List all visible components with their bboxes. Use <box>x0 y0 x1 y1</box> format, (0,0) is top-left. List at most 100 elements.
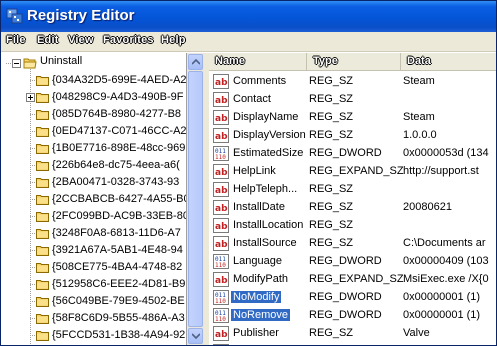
string-value-icon: ab <box>213 326 229 341</box>
value-row[interactable]: ab DisplayVersion REG_SZ 1.0.0.0 <box>209 127 496 144</box>
tree-key-item[interactable]: {3921A67A-5AB1-4E48-94 <box>2 242 186 259</box>
value-type: REG_DWORD <box>309 255 382 267</box>
collapse-toggle-icon[interactable] <box>12 59 21 68</box>
tree-key-item[interactable]: {56C049BE-79E9-4502-BE <box>2 293 186 310</box>
svg-text:ab: ab <box>215 132 228 142</box>
value-row[interactable]: 011 110 Language REG_DWORD 0x00000409 (103 <box>209 253 496 270</box>
value-type: REG_EXPAND_SZ <box>309 273 404 285</box>
tree-root-label[interactable]: Uninstall <box>40 55 82 72</box>
value-type: REG_SZ <box>309 327 354 339</box>
tree-key-label: {2CCBABCB-6427-4A55-B0 <box>52 193 187 205</box>
window-title: Registry Editor <box>27 7 135 24</box>
column-header-data[interactable]: Data <box>401 53 496 70</box>
tree-key-label: {0ED47137-C071-46CC-A2 <box>52 125 187 137</box>
registry-editor-app-icon <box>6 8 23 24</box>
value-row[interactable]: abREG_SZ <box>209 343 496 345</box>
svg-text:ab: ab <box>215 168 228 178</box>
value-row[interactable]: ab ModifyPath REG_EXPAND_SZ MsiExec.exe /X{… <box>209 271 496 288</box>
tree-key-item[interactable]: {58F8C6D9-5B55-486A-A3 <box>2 310 186 327</box>
tree-key-item[interactable]: {512958C6-EEE2-4D81-B9 <box>2 276 186 293</box>
value-name: HelpLink <box>233 165 276 177</box>
value-name: NoModify <box>231 291 282 303</box>
list-header: Name Type Data <box>209 53 496 71</box>
value-name: Contact <box>233 93 271 105</box>
scroll-thumb[interactable] <box>188 71 203 327</box>
svg-text:110: 110 <box>215 298 226 305</box>
string-value-icon: ab <box>213 110 229 125</box>
column-header-type[interactable]: Type <box>307 53 401 70</box>
folder-icon <box>36 331 49 341</box>
menu-file[interactable]: File <box>6 34 26 46</box>
scroll-up-button[interactable] <box>188 54 203 70</box>
value-type: REG_SZ <box>309 93 354 105</box>
value-row[interactable]: ab InstallDate REG_SZ 20080621 <box>209 199 496 216</box>
value-type: REG_DWORD <box>309 309 382 321</box>
tree-key-item[interactable]: {2FC099BD-AC9B-33EB-80 <box>2 208 187 225</box>
value-type: REG_SZ <box>309 237 354 249</box>
value-type: REG_SZ <box>309 129 354 141</box>
value-data: Valve <box>403 327 430 339</box>
value-data: Steam <box>403 75 435 87</box>
value-data: Steam <box>403 111 435 123</box>
svg-text:ab: ab <box>215 222 228 232</box>
tree-key-item[interactable]: {048298C9-A4D3-490B-9F <box>2 89 186 106</box>
string-value-icon: ab <box>213 236 229 251</box>
value-row[interactable]: ab Publisher REG_SZ Valve <box>209 325 496 342</box>
value-type: REG_SZ <box>309 111 354 123</box>
folder-icon <box>36 195 49 205</box>
tree-key-item[interactable]: {2CCBABCB-6427-4A55-B0 <box>2 191 187 208</box>
binary-value-icon: 011110 <box>213 254 229 269</box>
value-row[interactable]: ab DisplayName REG_SZ Steam <box>209 109 496 126</box>
string-value-icon: ab <box>213 74 229 89</box>
folder-icon <box>36 314 49 324</box>
value-row[interactable]: ab InstallSource REG_SZ C:\Documents ar <box>209 235 496 252</box>
string-value-icon: ab <box>213 128 229 143</box>
value-row[interactable]: ab HelpTeleph... REG_SZ <box>209 181 496 198</box>
menu-help[interactable]: Help <box>161 34 186 46</box>
tree-key-item[interactable]: {226b64e8-dc75-4eea-a6( <box>2 157 186 174</box>
folder-icon <box>36 144 49 154</box>
value-row[interactable]: ab InstallLocation REG_SZ <box>209 217 496 234</box>
tree-key-label: {3921A67A-5AB1-4E48-94 <box>52 244 183 256</box>
tree-key-label: {2FC099BD-AC9B-33EB-80 <box>52 210 187 222</box>
menu-view[interactable]: View <box>68 34 94 46</box>
value-row[interactable]: ab Contact REG_SZ <box>209 91 496 108</box>
tree-key-item[interactable]: {085D764B-8980-4277-B8 <box>2 106 186 123</box>
column-header-name[interactable]: Name <box>209 53 307 70</box>
value-type: REG_SZ <box>309 201 354 213</box>
tree-key-item[interactable]: {0ED47137-C071-46CC-A2 <box>2 123 187 140</box>
tree-key-item[interactable]: {034A32D5-699E-4AED-A2 <box>2 72 186 89</box>
svg-text:ab: ab <box>215 330 228 340</box>
tree-key-item[interactable]: {2BA00471-0328-3743-93 <box>2 174 186 191</box>
value-row[interactable]: ab Comments REG_SZ Steam <box>209 73 496 90</box>
string-value-icon: ab <box>213 200 229 215</box>
string-value-icon: ab <box>213 164 229 179</box>
value-type: REG_SZ <box>309 75 354 87</box>
value-row[interactable]: 011 110 NoRemove REG_DWORD 0x00000001 (1) <box>209 307 496 324</box>
tree-key-item[interactable]: {1B0E7716-898E-48cc-969 <box>2 140 186 157</box>
value-row[interactable]: 011 110 NoModify REG_DWORD 0x00000001 (1) <box>209 289 496 306</box>
key-tree-pane[interactable]: Uninstall {034A32D5-699E-4AED-A2 {048298C… <box>2 53 187 345</box>
tree-key-item[interactable]: {5FCCD531-1B38-4A94-92 <box>2 327 186 344</box>
value-row[interactable]: ab HelpLink REG_EXPAND_SZ http://support.st <box>209 163 496 180</box>
title-bar[interactable]: Registry Editor <box>1 1 496 32</box>
menu-favorites[interactable]: Favorites <box>103 34 154 46</box>
value-name: DisplayName <box>233 111 299 123</box>
tree-key-item[interactable]: {3248F0A8-6813-11D6-A7 <box>2 225 186 242</box>
value-name: ModifyPath <box>233 273 289 285</box>
tree-key-label: {56C049BE-79E9-4502-BE <box>52 295 185 307</box>
tree-key-item[interactable]: {7299052b-02a4-4627-81 <box>2 344 186 345</box>
scroll-down-button[interactable] <box>188 328 203 344</box>
value-type: REG_SZ <box>309 219 354 231</box>
menu-bar: File Edit View Favorites Help <box>1 32 496 52</box>
tree-key-label: {512958C6-EEE2-4D81-B9 <box>52 278 186 290</box>
folder-icon <box>36 161 49 171</box>
value-row[interactable]: 011 110 EstimatedSize REG_DWORD 0x0000053d (… <box>209 145 496 162</box>
value-name: InstallDate <box>233 201 285 213</box>
values-list-pane[interactable]: Name Type Data ab Comments REG_SZ Steam ab Co… <box>209 53 496 345</box>
menu-edit[interactable]: Edit <box>37 34 59 46</box>
expand-toggle-icon[interactable] <box>26 93 35 102</box>
tree-vertical-scrollbar[interactable] <box>187 53 204 345</box>
tree-key-label: {2BA00471-0328-3743-93 <box>52 176 180 188</box>
tree-key-item[interactable]: {508CE775-4BA4-4748-82 <box>2 259 186 276</box>
